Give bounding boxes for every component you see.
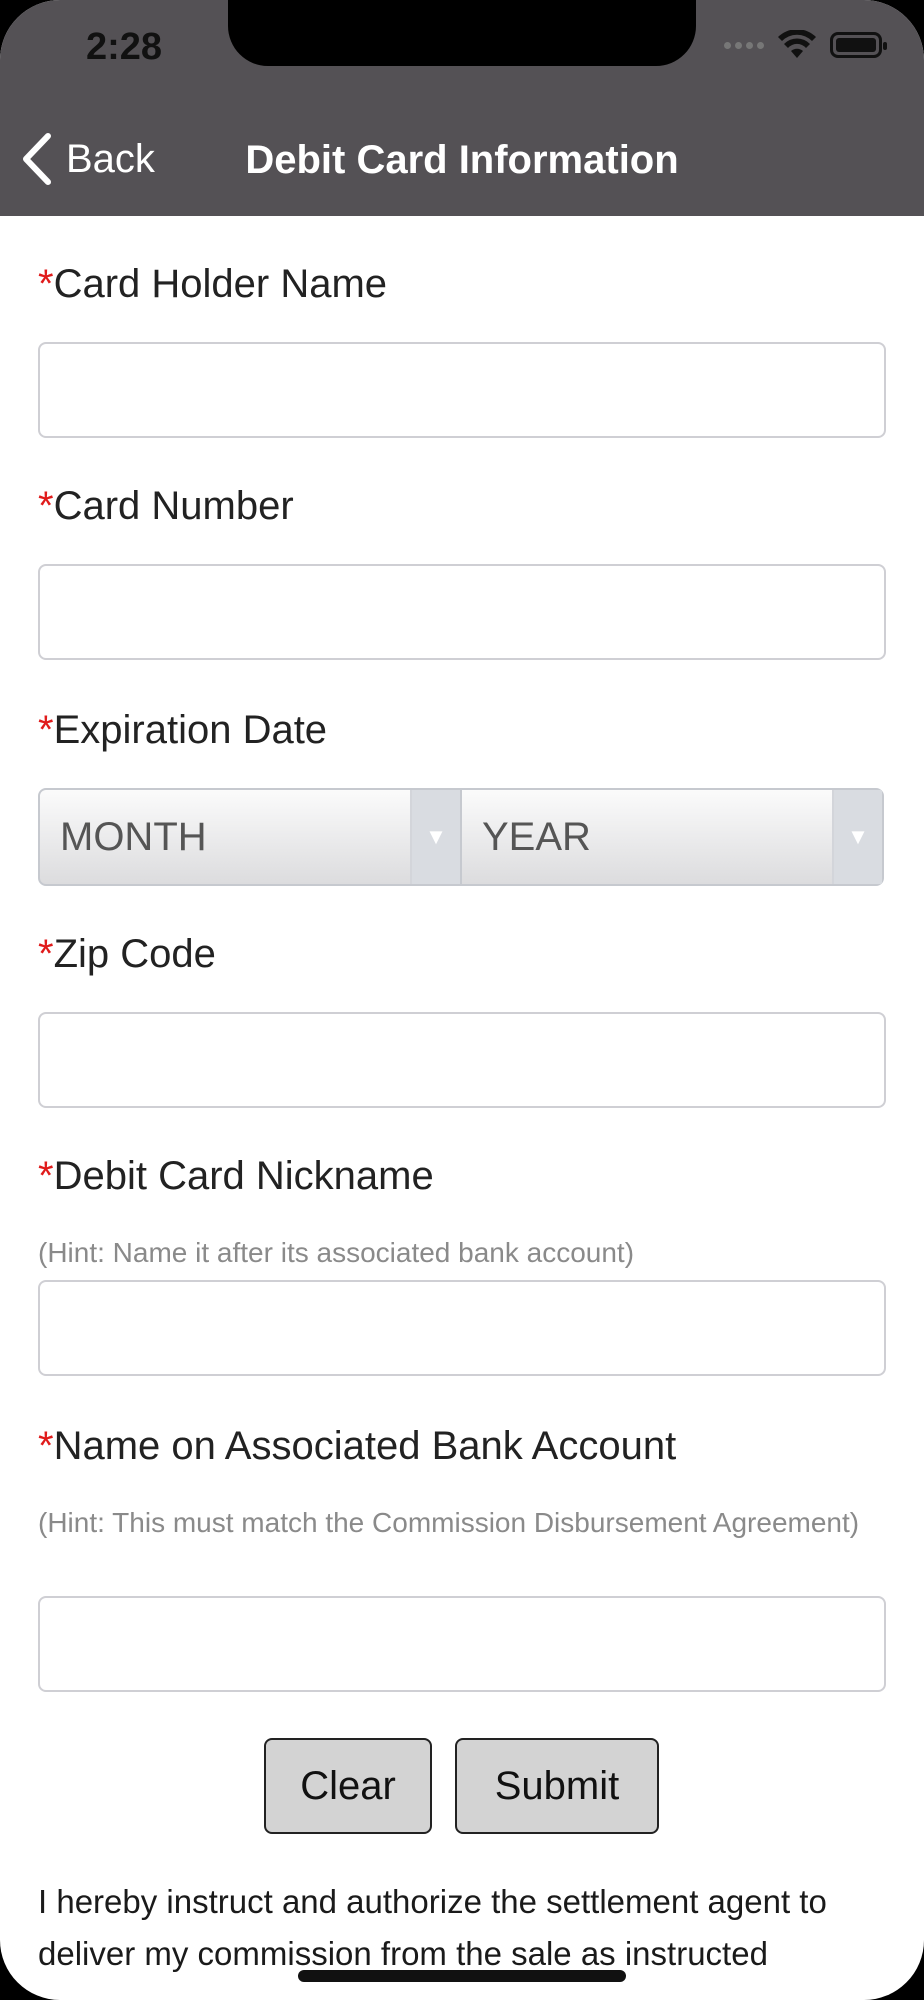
required-mark: * <box>38 708 54 752</box>
navigation-bar: 2:28 Back Debit Card Information <box>0 0 924 216</box>
required-mark: * <box>38 932 54 976</box>
signal-dots-icon <box>724 41 764 49</box>
battery-icon <box>830 32 887 58</box>
clear-button[interactable]: Clear <box>264 1738 432 1834</box>
bank-account-name-label: *Name on Associated Bank Account <box>38 1424 677 1468</box>
expiration-year-select[interactable]: YEAR ▼ <box>460 788 884 886</box>
expiration-month-select[interactable]: MONTH ▼ <box>38 788 462 886</box>
status-icons <box>724 30 887 60</box>
bank-account-name-hint: (Hint: This must match the Commission Di… <box>38 1507 860 1538</box>
required-mark: * <box>38 484 54 528</box>
required-mark: * <box>38 262 54 306</box>
card-holder-input[interactable] <box>38 342 886 438</box>
expiration-date-label: *Expiration Date <box>38 708 328 752</box>
bank-account-name-input[interactable] <box>38 1596 886 1692</box>
home-indicator[interactable] <box>298 1970 626 1982</box>
page-title: Debit Card Information <box>245 138 679 182</box>
submit-button[interactable]: Submit <box>455 1738 659 1834</box>
nickname-input[interactable] <box>38 1280 886 1376</box>
required-mark: * <box>38 1154 54 1198</box>
wifi-icon <box>778 30 816 58</box>
chevron-down-icon: ▼ <box>410 790 460 884</box>
card-holder-label: *Card Holder Name <box>38 262 388 306</box>
status-time: 2:28 <box>86 26 163 68</box>
phone-screen: 2:28 Back Debit Card Information *Card H… <box>0 0 924 2000</box>
chevron-down-icon: ▼ <box>832 790 882 884</box>
card-number-input[interactable] <box>38 564 886 660</box>
device-notch <box>228 0 696 66</box>
nickname-hint: (Hint: Name it after its associated bank… <box>38 1237 635 1268</box>
card-number-label: *Card Number <box>38 484 294 528</box>
authorization-text: I hereby instruct and authorize the sett… <box>38 1883 827 1972</box>
year-value: YEAR <box>482 814 591 859</box>
nickname-label: *Debit Card Nickname <box>38 1154 434 1198</box>
zip-code-input[interactable] <box>38 1012 886 1108</box>
required-mark: * <box>38 1424 54 1468</box>
zip-code-label: *Zip Code <box>38 932 216 976</box>
month-value: MONTH <box>60 814 207 859</box>
